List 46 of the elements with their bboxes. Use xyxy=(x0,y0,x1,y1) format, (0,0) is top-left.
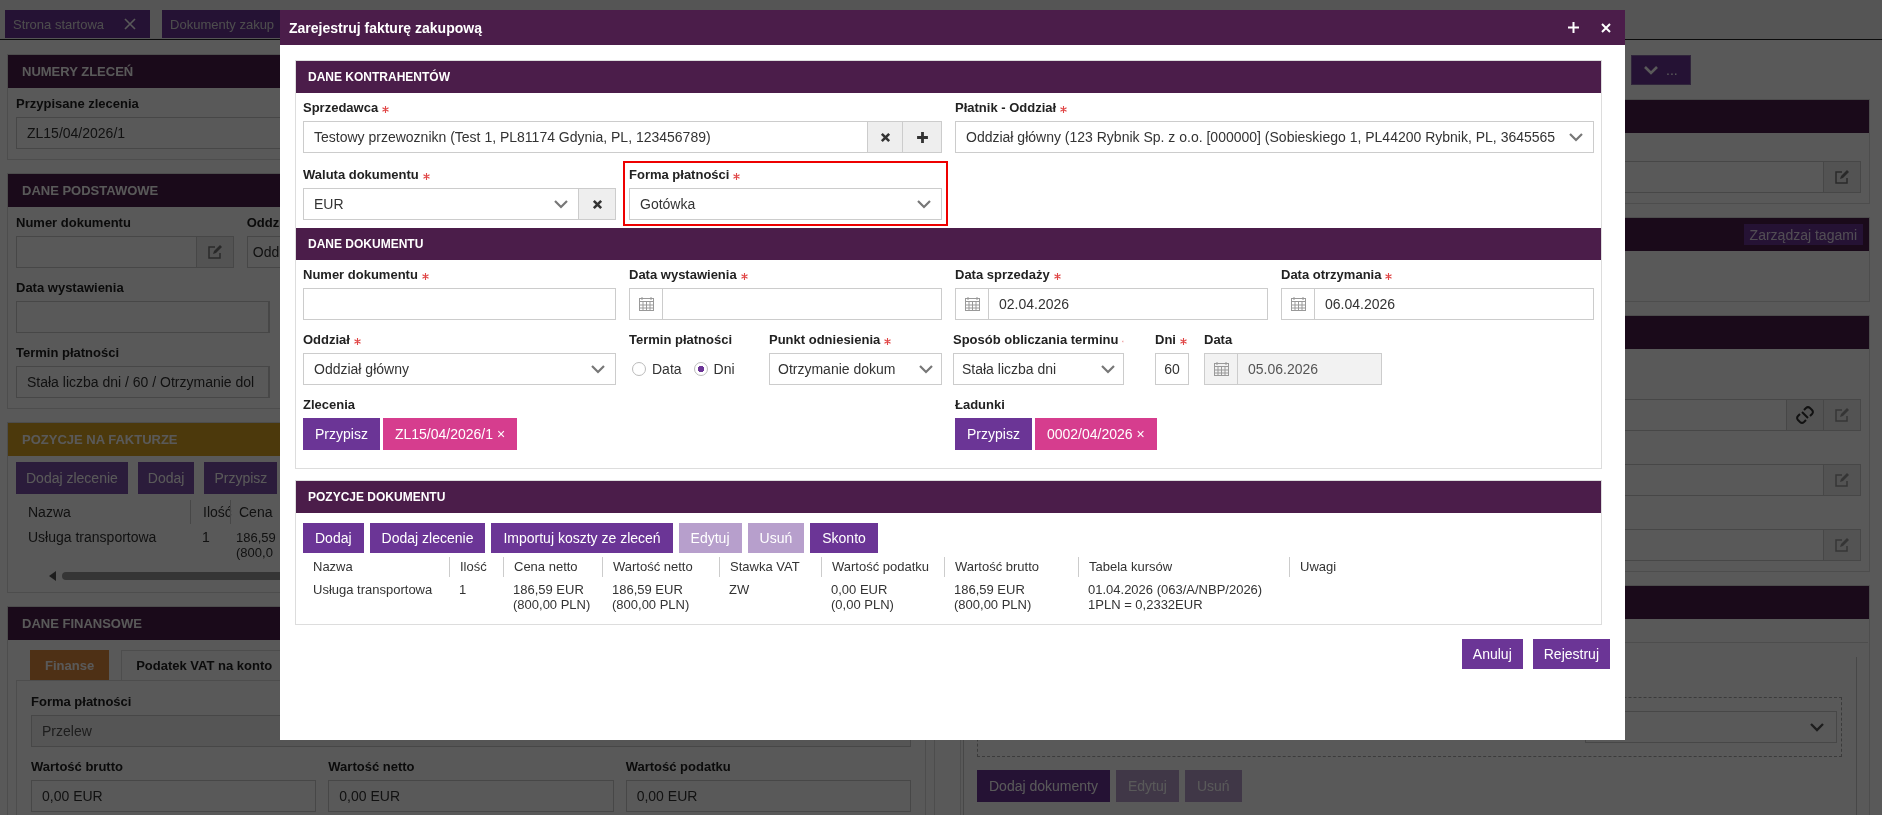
field-label: Ładunki xyxy=(955,397,1005,413)
field-label: Data sprzedaży xyxy=(955,267,1050,283)
field-label: Zlecenia xyxy=(303,397,356,413)
field-label: Wartość podatku xyxy=(625,759,731,775)
field-label: Termin płatności xyxy=(629,332,733,348)
field-label: Punkt odniesienia xyxy=(769,332,881,348)
column-header: Wartość brutto xyxy=(944,557,1078,577)
field-label: Dni xyxy=(1155,332,1176,348)
column-header: Cena netto xyxy=(503,557,602,577)
table-cell-text: 1 xyxy=(458,581,468,599)
section-header: POZYCJE DOKUMENTU xyxy=(296,481,1601,513)
field-label: Termin płatności xyxy=(16,345,120,361)
column-header: Wartość podatku xyxy=(821,557,944,577)
column-header: Tabela kursów xyxy=(1078,557,1289,577)
table-cell-text: 186,59 EUR (800,00 PLN) xyxy=(953,581,1033,614)
field-label: Data wystawienia xyxy=(16,280,124,296)
section-header: DANE DOKUMENTU xyxy=(296,228,1601,260)
section-header: DANE KONTRAHENTÓW xyxy=(296,61,1601,93)
column-header: Ilość xyxy=(449,557,503,577)
field-label: Numer dokumentu xyxy=(16,215,131,231)
field-label: Data otrzymania xyxy=(1281,267,1382,283)
table-cell-text: 01.04.2026 (063/A/NBP/2026) 1PLN = 0,2332EUR xyxy=(1087,581,1264,614)
field-label: Wartość brutto xyxy=(31,759,123,775)
field-label: Forma płatności xyxy=(31,694,132,710)
column-header: Ilość xyxy=(190,500,230,524)
table-cell-text: 1 xyxy=(201,528,211,547)
field-label: Data xyxy=(1204,332,1233,348)
column-header: Uwagi xyxy=(1289,557,1594,577)
field-label: Wartość netto xyxy=(328,759,415,775)
table-cell-text: Usługa transportowa xyxy=(27,528,158,547)
column-header: Stawka VAT xyxy=(719,557,821,577)
field-label: Oddział xyxy=(303,332,350,348)
field-label: Numer dokumentu xyxy=(303,267,418,283)
dialog-title: Zarejestruj fakturę zakupową xyxy=(289,19,482,36)
table-cell-text: 186,59 (800,0 xyxy=(235,529,277,562)
column-header: Wartość netto xyxy=(602,557,719,577)
field-label: Oddz xyxy=(246,215,280,231)
column-header: Nazwa xyxy=(312,558,354,576)
column-header: Nazwa xyxy=(27,503,72,522)
table-cell-text: ZW xyxy=(728,581,751,599)
field-label: Płatnik - Oddział xyxy=(955,100,1057,116)
field-label: Sprzedawca xyxy=(303,100,379,116)
table-cell-text: Usługa transportowa xyxy=(312,581,434,599)
field-label: Przypisane zlecenia xyxy=(16,96,139,112)
field-label: Sposób obliczania terminu xyxy=(953,332,1119,348)
field-label: Data wystawienia xyxy=(629,267,737,283)
